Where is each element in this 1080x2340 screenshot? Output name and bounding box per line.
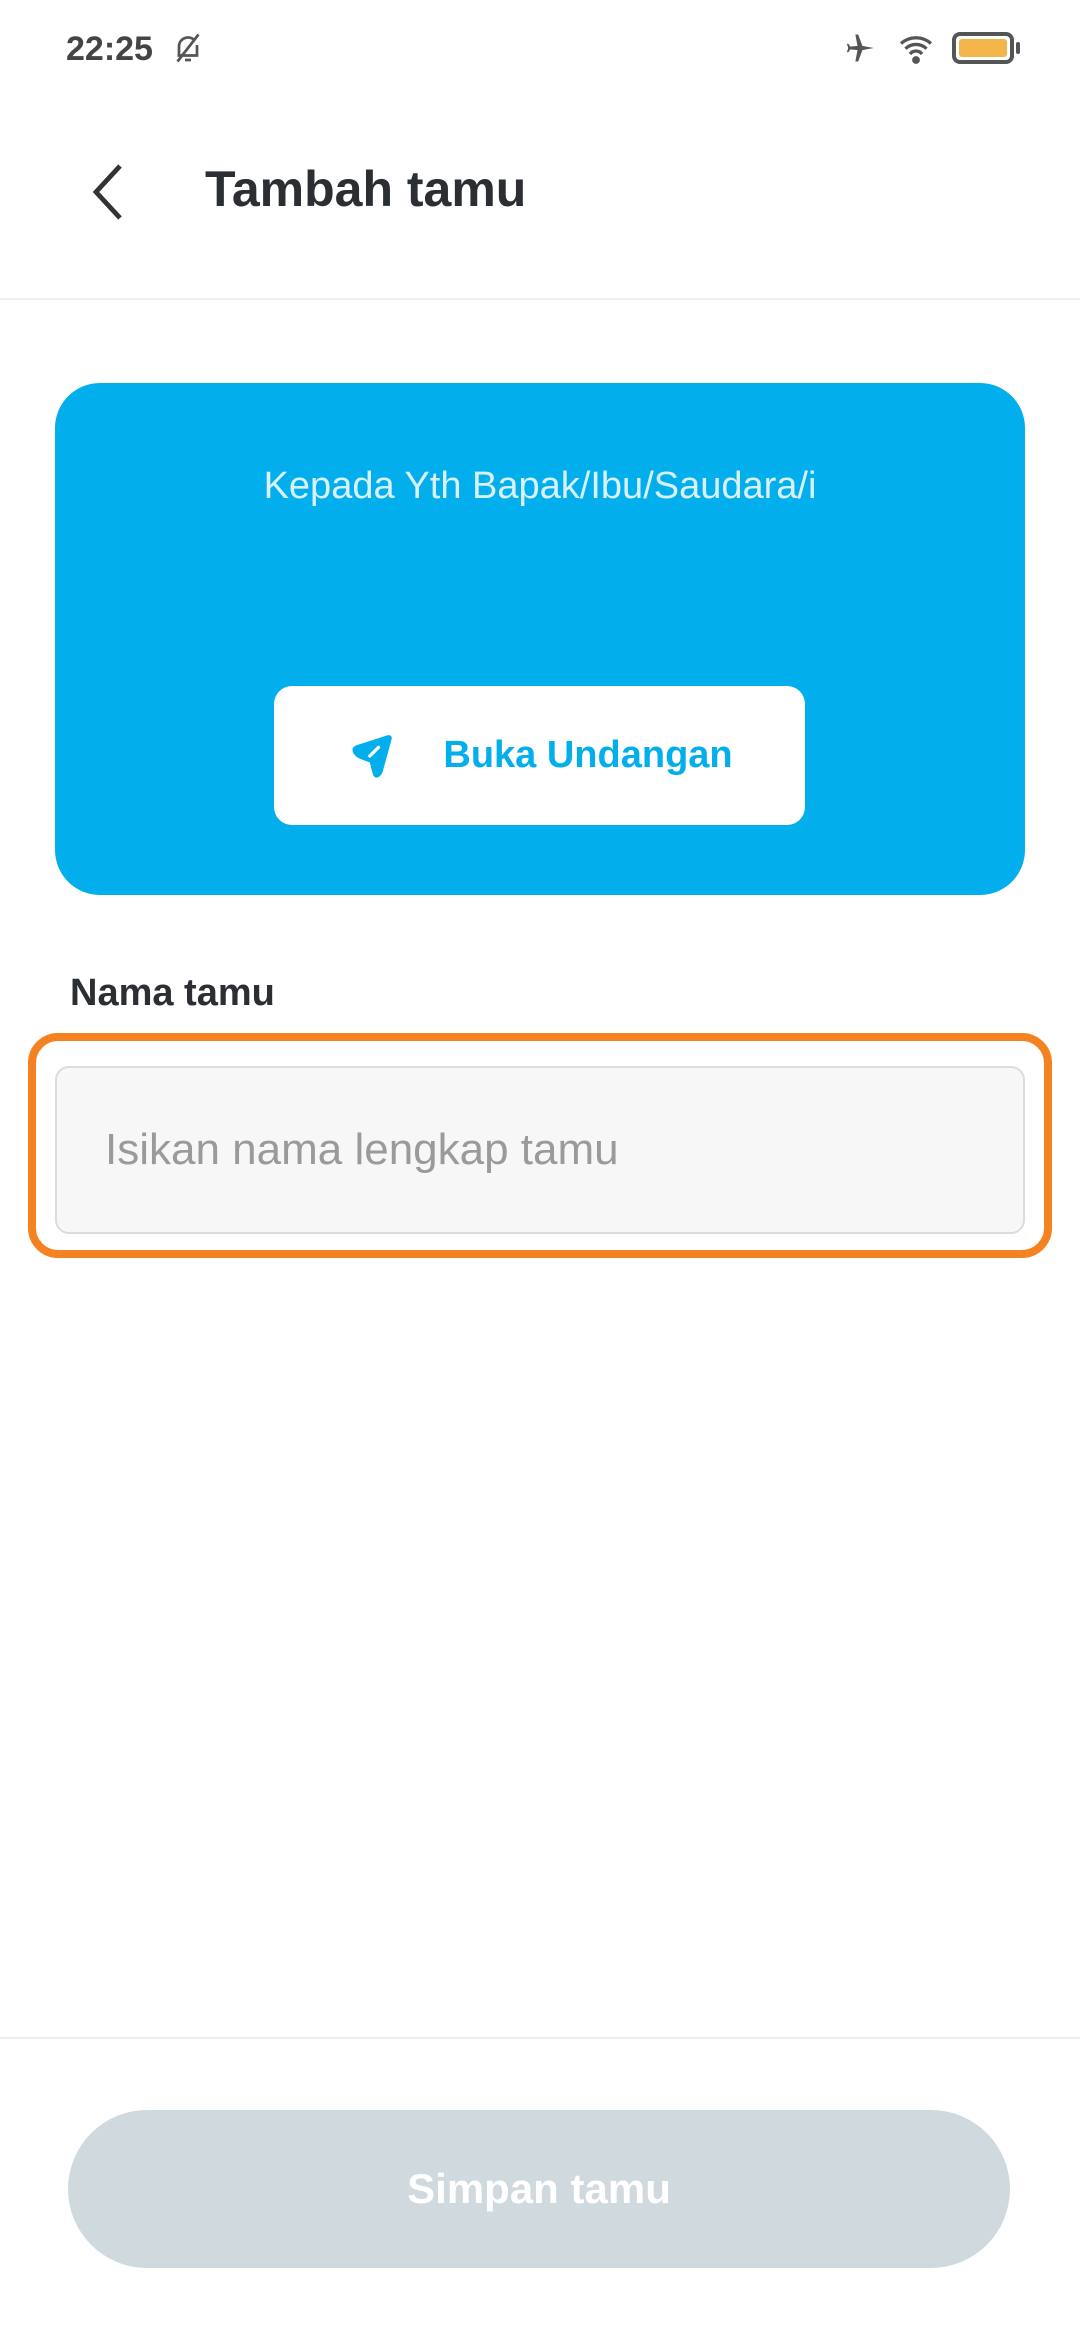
greeting-text: Kepada Yth Bapak/Ibu/Saudara/i xyxy=(263,465,817,507)
guest-name-label: Nama tamu xyxy=(70,972,275,1014)
bell-off-icon xyxy=(170,30,206,71)
wifi-icon xyxy=(899,36,933,64)
header-divider xyxy=(0,298,1080,300)
page-title: Tambah tamu xyxy=(205,161,527,217)
open-invitation-button[interactable]: Buka Undangan xyxy=(274,686,805,825)
save-guest-button[interactable]: Simpan tamu xyxy=(68,2110,1010,2268)
status-time: 22:25 xyxy=(66,30,153,68)
footer-divider xyxy=(0,2037,1080,2039)
open-invitation-label: Buka Undangan xyxy=(443,734,733,776)
back-button[interactable] xyxy=(88,160,128,229)
status-icons xyxy=(842,30,1020,66)
airplane-icon xyxy=(846,34,874,62)
send-icon xyxy=(352,734,393,778)
guest-name-input[interactable] xyxy=(55,1066,1025,1234)
invitation-preview-card: Kepada Yth Bapak/Ibu/Saudara/i Buka Unda… xyxy=(55,383,1025,895)
chevron-left-icon xyxy=(92,164,122,220)
battery-icon xyxy=(952,32,1020,64)
